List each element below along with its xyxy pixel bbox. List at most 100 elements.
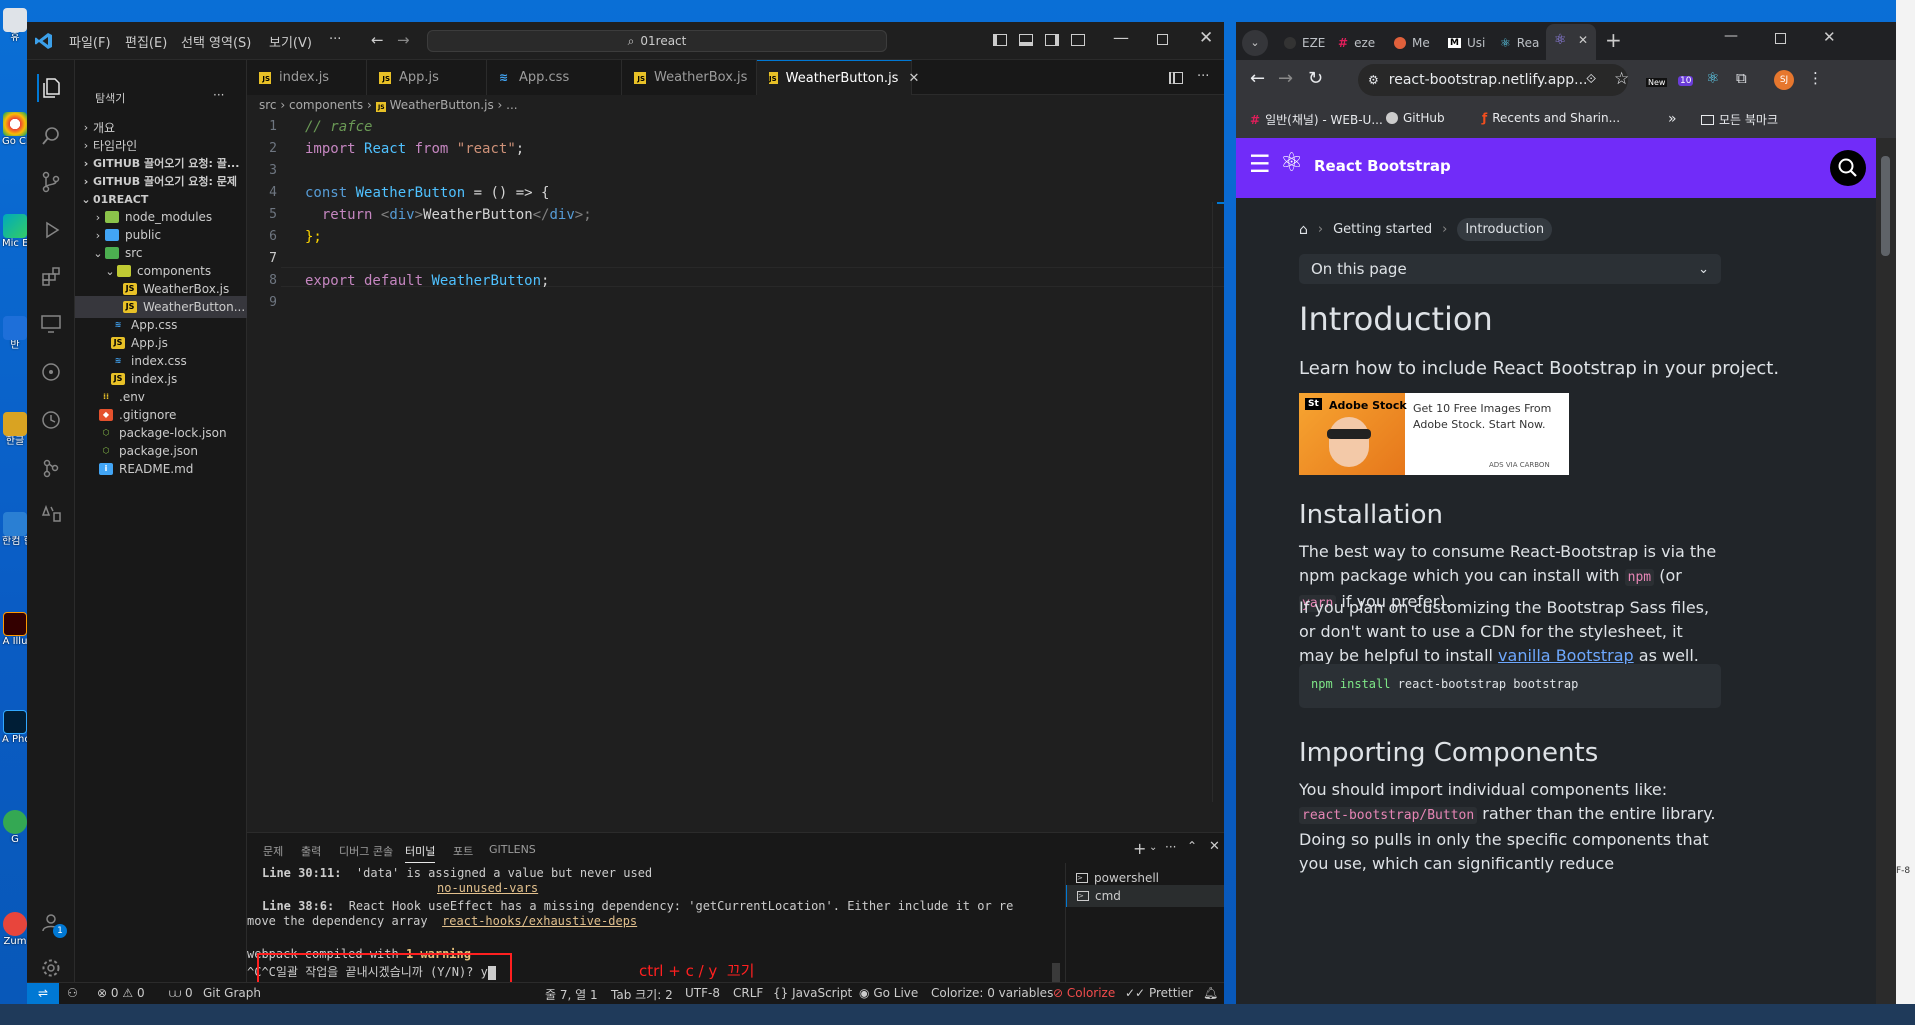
maximize-icon[interactable]	[1775, 33, 1786, 44]
panel-more-icon[interactable]: ···	[1165, 840, 1176, 854]
terminal-rule[interactable]: no-unused-vars	[437, 881, 538, 895]
bookmarks-overflow-icon[interactable]: »	[1668, 111, 1677, 127]
tab-weatherbox-js[interactable]: JS WeatherBox.js	[622, 60, 757, 95]
menu-file[interactable]: 파일(F)	[69, 32, 111, 51]
problems-status[interactable]: ⊗ 0 ⚠ 0	[97, 986, 145, 1000]
encoding[interactable]: UTF-8	[685, 986, 720, 1000]
terminal-rule[interactable]: react-hooks/exhaustive-deps	[442, 914, 637, 928]
carbon-ad[interactable]: St Adobe Stock Get 10 Free Images From A…	[1299, 393, 1569, 475]
minimize-icon[interactable]: —	[1724, 28, 1738, 44]
menu-edit[interactable]: 편집(E)	[125, 32, 167, 51]
breadcrumb-item[interactable]: WeatherButton.js	[390, 98, 494, 112]
menu-selection[interactable]: 선택 영역(S)	[181, 32, 251, 51]
panel-tab-terminal[interactable]: 터미널	[405, 843, 436, 863]
active-browser-tab[interactable]: ⚛ ✕	[1546, 24, 1596, 60]
page-scrollbar[interactable]	[1876, 138, 1896, 1004]
hamburger-menu-icon[interactable]: ☰	[1249, 150, 1271, 178]
go-live-button[interactable]: ◉ Go Live	[859, 986, 918, 1000]
home-icon[interactable]: ⌂	[1299, 222, 1308, 238]
profile-avatar[interactable]: SJ	[1774, 70, 1794, 90]
explorer-more-icon[interactable]: ···	[213, 88, 224, 102]
close-panel-icon[interactable]: ✕	[1209, 839, 1220, 854]
panel-tab-output[interactable]: 출력	[301, 843, 321, 859]
extensions-puzzle-icon[interactable]: ⧉	[1736, 69, 1747, 87]
tab-weatherbutton-js[interactable]: JS WeatherButton.js ✕	[757, 60, 919, 95]
minimize-icon[interactable]: —	[1113, 28, 1129, 47]
file-item[interactable]: i README.md	[75, 458, 247, 480]
bookmark-star-icon[interactable]: ☆	[1614, 69, 1629, 89]
end-of-line[interactable]: CRLF	[733, 986, 763, 1000]
toggle-panel-icon[interactable]	[1019, 34, 1033, 46]
terminal-item-cmd[interactable]: > cmd	[1066, 885, 1224, 907]
new-extension-badge[interactable]: New	[1646, 78, 1668, 87]
extensions-icon[interactable]	[37, 262, 65, 290]
breadcrumb-getting-started[interactable]: Getting started	[1333, 222, 1432, 237]
reload-icon[interactable]: ↻	[1308, 68, 1323, 89]
scrollbar-thumb[interactable]	[1881, 156, 1890, 256]
toggle-secondary-sidebar-icon[interactable]	[1045, 34, 1059, 46]
ports-status[interactable]: ⩊ 0	[169, 986, 193, 1001]
breadcrumb-item[interactable]: ...	[506, 98, 517, 112]
forward-arrow-icon[interactable]: →	[397, 31, 410, 49]
source-control-icon[interactable]	[37, 168, 65, 196]
prettier-status[interactable]: ✓✓ Prettier	[1125, 986, 1193, 1000]
settings-gear-icon[interactable]	[37, 954, 65, 982]
close-icon[interactable]: ✕	[1199, 28, 1213, 48]
language-mode[interactable]: {} JavaScript	[773, 986, 852, 1000]
chrome-menu-icon[interactable]: ⋮	[1808, 69, 1823, 87]
browser-tab[interactable]: EZE	[1276, 28, 1325, 58]
tab-index-js[interactable]: JS index.js	[247, 60, 367, 95]
code-editor[interactable]: 1 2 3 4 5 6 7 8 9 // rafce import React …	[247, 117, 1224, 832]
bookmark-item[interactable]: # 일반(채널) - WEB-U...	[1250, 111, 1383, 128]
on-this-page-toggle[interactable]: On this page ⌄	[1299, 254, 1721, 284]
remote-indicator[interactable]: ⇌	[27, 983, 59, 1004]
toggle-sidebar-icon[interactable]	[993, 34, 1007, 46]
colorize-variables[interactable]: Colorize: 0 variables	[931, 986, 1053, 1000]
timeline-icon[interactable]	[37, 406, 65, 434]
new-tab-icon[interactable]: +	[1605, 28, 1622, 52]
tab-size[interactable]: Tab 크기: 2	[611, 986, 673, 1003]
desktop-icon[interactable]: A Illu	[2, 612, 28, 647]
run-debug-icon[interactable]	[37, 216, 65, 244]
search-button[interactable]	[1830, 150, 1866, 186]
react-devtools-icon[interactable]: ⚛	[1706, 69, 1719, 87]
react-bootstrap-logo-icon[interactable]: ⚛	[1280, 148, 1303, 178]
customize-layout-icon[interactable]	[1071, 34, 1085, 46]
back-arrow-icon[interactable]: ←	[371, 31, 384, 49]
tab-app-css[interactable]: ≋ App.css	[487, 60, 622, 95]
browser-tab[interactable]: ⚛ Rea	[1492, 28, 1539, 58]
back-arrow-icon[interactable]: ←	[1250, 68, 1265, 89]
desktop-icon[interactable]: 반	[2, 316, 28, 351]
maximize-icon[interactable]	[1157, 34, 1168, 45]
desktop-icon[interactable]: 한글	[2, 412, 28, 447]
menu-more[interactable]: ···	[329, 32, 341, 47]
desktop-icon[interactable]: Zum	[2, 912, 28, 947]
notifications-bell-icon[interactable]: 🔔︎	[1203, 986, 1218, 1000]
desktop-icon[interactable]: 휴	[2, 8, 28, 43]
browser-tab[interactable]: Me	[1386, 28, 1430, 58]
browser-tab[interactable]: M Usi	[1440, 28, 1485, 58]
source-control-status-icon[interactable]: ⚇	[67, 986, 78, 1000]
desktop-icon[interactable]: A Pho	[2, 710, 28, 745]
editor-more-icon[interactable]: ···	[1197, 69, 1209, 84]
git-graph-status[interactable]: Git Graph	[203, 986, 261, 1000]
panel-tab-problems[interactable]: 문제	[263, 843, 283, 859]
testing-icon[interactable]	[37, 500, 65, 528]
search-icon[interactable]	[37, 122, 65, 150]
remote-explorer-icon[interactable]	[37, 310, 65, 338]
desktop-icon[interactable]: Mic E	[2, 214, 28, 249]
breadcrumb-item[interactable]: components	[289, 98, 363, 112]
translate-icon[interactable]: ⟐	[1586, 72, 1596, 87]
extension-badge[interactable]: 10	[1678, 76, 1694, 86]
browser-tab[interactable]: # eze	[1330, 28, 1375, 58]
bookmark-item[interactable]: GitHub	[1386, 111, 1445, 125]
breadcrumb-item[interactable]: src	[259, 98, 277, 112]
cursor-position[interactable]: 줄 7, 열 1	[545, 986, 598, 1003]
accounts-icon[interactable]: 1	[37, 908, 67, 938]
close-tab-icon[interactable]: ✕	[908, 71, 919, 86]
panel-tab-ports[interactable]: 포트	[453, 843, 473, 859]
colorize-status[interactable]: ⊘ Colorize	[1053, 986, 1115, 1000]
menu-view[interactable]: 보기(V)	[269, 32, 312, 51]
bookmark-item[interactable]: ƒ Recents and Sharin...	[1482, 111, 1620, 125]
chevron-down-icon[interactable]: ⌄	[1149, 842, 1157, 853]
